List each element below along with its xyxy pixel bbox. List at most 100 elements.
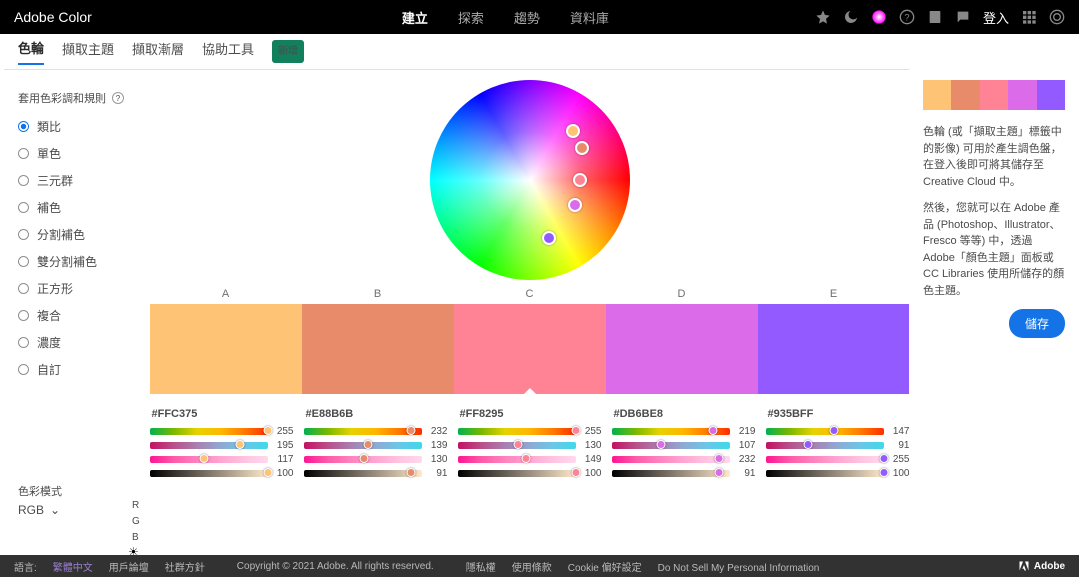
- value-C-R: 255: [580, 426, 602, 437]
- hex-A[interactable]: #FFC375: [150, 408, 294, 420]
- topnav-探索[interactable]: 探索: [458, 8, 484, 27]
- moon-icon[interactable]: [843, 9, 859, 25]
- slider-D-bright[interactable]: [612, 470, 730, 477]
- sub-nav: 色輪擷取主題擷取漸層協助工具新增: [4, 34, 909, 70]
- apps-icon[interactable]: [1021, 9, 1037, 25]
- slider-C-bright[interactable]: [458, 470, 576, 477]
- swatch-D[interactable]: [606, 304, 758, 394]
- slider-A-bright[interactable]: [150, 470, 268, 477]
- lang-label: 語言:: [14, 559, 37, 574]
- swatch-label-B: B: [374, 288, 381, 300]
- star-icon[interactable]: [815, 9, 831, 25]
- slider-A-R[interactable]: [150, 428, 268, 435]
- swatch-A[interactable]: [150, 304, 302, 394]
- harmony-單色[interactable]: 單色: [18, 145, 150, 162]
- color-wheel[interactable]: [430, 80, 630, 280]
- wheel-handle-E[interactable]: [542, 231, 556, 245]
- harmony-補色[interactable]: 補色: [18, 199, 150, 216]
- wheel-handle-D[interactable]: [568, 198, 582, 212]
- hex-D[interactable]: #DB6BE8: [612, 408, 756, 420]
- slider-B-R[interactable]: [304, 428, 422, 435]
- slider-D-R[interactable]: [612, 428, 730, 435]
- slider-C-G[interactable]: [458, 442, 576, 449]
- slider-A-B[interactable]: [150, 456, 268, 463]
- value-C-bright: 100: [580, 468, 602, 479]
- harmony-分割補色[interactable]: 分割補色: [18, 226, 150, 243]
- value-D-bright: 91: [734, 468, 756, 479]
- topnav-資料庫[interactable]: 資料庫: [570, 8, 609, 27]
- value-E-bright: 100: [888, 468, 910, 479]
- save-button[interactable]: 儲存: [1009, 309, 1065, 338]
- footer-policy[interactable]: 使用條款: [512, 563, 552, 574]
- mode-label: 色彩模式: [18, 483, 62, 499]
- harmony-複合[interactable]: 複合: [18, 307, 150, 324]
- harmony-title: 套用色彩調和規則 ?: [18, 90, 150, 106]
- chat-icon[interactable]: [955, 9, 971, 25]
- harmony-正方形[interactable]: 正方形: [18, 280, 150, 297]
- harmony-濃度[interactable]: 濃度: [18, 334, 150, 351]
- swatch-label-D: D: [678, 288, 686, 300]
- slider-E-bright[interactable]: [766, 470, 884, 477]
- radio-icon: [18, 256, 29, 267]
- wheel-handle-B[interactable]: [575, 141, 589, 155]
- mini-swatches: [923, 80, 1065, 110]
- value-A-B: 117: [272, 454, 294, 465]
- subnav-擷取主題[interactable]: 擷取主題: [62, 39, 114, 64]
- subnav-色輪[interactable]: 色輪: [18, 38, 44, 65]
- swatch-C[interactable]: [454, 304, 606, 394]
- footer-link[interactable]: 社群方針: [165, 563, 205, 574]
- footer-policy[interactable]: Do Not Sell My Personal Information: [658, 563, 820, 574]
- radio-icon: [18, 310, 29, 321]
- radio-icon: [18, 148, 29, 159]
- slider-D-B[interactable]: [612, 456, 730, 463]
- harmony-自訂[interactable]: 自訂: [18, 361, 150, 378]
- book-icon[interactable]: [927, 9, 943, 25]
- copyright: Copyright © 2021 Adobe. All rights reser…: [237, 561, 434, 572]
- harmony-title-text: 套用色彩調和規則: [18, 90, 106, 106]
- radio-icon: [18, 229, 29, 240]
- color-wheel-icon[interactable]: [871, 9, 887, 25]
- harmony-雙分割補色[interactable]: 雙分割補色: [18, 253, 150, 270]
- mini-swatch-3: [1008, 80, 1036, 110]
- value-E-G: 91: [888, 440, 910, 451]
- topnav-趨勢[interactable]: 趨勢: [514, 8, 540, 27]
- wheel-handle-C[interactable]: [573, 173, 587, 187]
- slider-D-G[interactable]: [612, 442, 730, 449]
- help-badge-icon[interactable]: ?: [112, 92, 124, 104]
- swatch-B[interactable]: [302, 304, 454, 394]
- wheel-handle-A[interactable]: [566, 124, 580, 138]
- slider-B-bright[interactable]: [304, 470, 422, 477]
- footer-link[interactable]: 用戶論壇: [109, 563, 149, 574]
- hex-B[interactable]: #E88B6B: [304, 408, 448, 420]
- slider-E-G[interactable]: [766, 442, 884, 449]
- logo[interactable]: Adobe Color: [14, 9, 92, 25]
- slider-C-B[interactable]: [458, 456, 576, 463]
- mode-select[interactable]: RGB ⌄: [18, 503, 62, 517]
- slider-B-G[interactable]: [304, 442, 422, 449]
- radio-icon: [18, 364, 29, 375]
- footer-policy[interactable]: 隱私權: [466, 563, 496, 574]
- footer-policy[interactable]: Cookie 偏好設定: [568, 563, 642, 574]
- value-B-G: 139: [426, 440, 448, 451]
- cc-icon[interactable]: [1049, 9, 1065, 25]
- slider-E-B[interactable]: [766, 456, 884, 463]
- swatch-row: ABCDE: [150, 288, 909, 394]
- harmony-類比[interactable]: 類比: [18, 118, 150, 135]
- value-E-B: 255: [888, 454, 910, 465]
- topnav-建立[interactable]: 建立: [402, 8, 428, 27]
- hex-E[interactable]: #935BFF: [766, 408, 910, 420]
- lang-value[interactable]: 繁體中文: [53, 559, 93, 574]
- harmony-三元群[interactable]: 三元群: [18, 172, 150, 189]
- swatch-E[interactable]: [758, 304, 910, 394]
- subnav-擷取漸層[interactable]: 擷取漸層: [132, 39, 184, 64]
- help-icon[interactable]: ?: [899, 9, 915, 25]
- adobe-logo[interactable]: Adobe: [1018, 560, 1065, 572]
- slider-B-B[interactable]: [304, 456, 422, 463]
- hex-C[interactable]: #FF8295: [458, 408, 602, 420]
- login-link[interactable]: 登入: [983, 8, 1009, 27]
- slider-A-G[interactable]: [150, 442, 268, 449]
- slider-E-R[interactable]: [766, 428, 884, 435]
- subnav-協助工具[interactable]: 協助工具: [202, 39, 254, 64]
- value-C-G: 130: [580, 440, 602, 451]
- slider-C-R[interactable]: [458, 428, 576, 435]
